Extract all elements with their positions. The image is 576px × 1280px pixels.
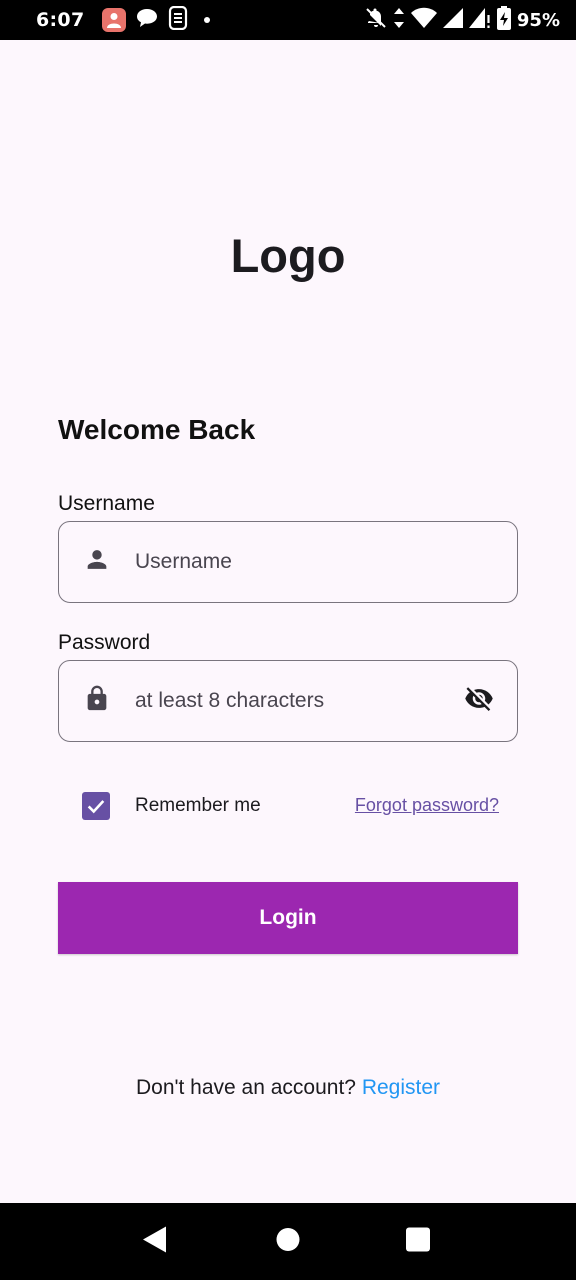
username-field[interactable] (58, 521, 518, 603)
app-logo: Logo (230, 229, 346, 282)
notification-icons (102, 5, 211, 34)
bell-off-icon (365, 7, 387, 33)
password-field[interactable] (58, 660, 518, 742)
remember-label: Remember me (135, 795, 261, 816)
sim-icon (168, 5, 188, 34)
password-label: Password (58, 631, 151, 654)
username-label: Username (58, 492, 155, 515)
data-arrows-icon (393, 7, 405, 33)
forgot-password-link[interactable]: Forgot password? (355, 795, 499, 816)
battery-charging-icon (496, 6, 511, 34)
signal-icon (442, 7, 463, 33)
chat-bubble-icon (136, 7, 158, 33)
checkmark-icon (87, 800, 105, 814)
status-bar: 6:07 95% (0, 0, 576, 40)
register-row: Don't have an account? Register (0, 1076, 576, 1100)
login-button[interactable]: Login (58, 882, 518, 954)
remember-row: Remember me Forgot password? (58, 786, 518, 826)
person-icon (83, 546, 111, 579)
notification-dot (204, 17, 211, 23)
username-input[interactable] (135, 522, 435, 602)
register-prompt: Don't have an account? (135, 1076, 356, 1099)
recents-icon[interactable] (406, 1227, 430, 1256)
app-badge-icon (102, 8, 127, 32)
home-icon[interactable] (275, 1226, 301, 1257)
visibility-off-icon[interactable] (461, 684, 497, 719)
battery-percent: 95% (516, 9, 560, 31)
lock-icon (83, 683, 111, 720)
signal-no-data-icon (468, 7, 491, 33)
register-link[interactable]: Register (362, 1076, 440, 1099)
remember-checkbox[interactable] (82, 792, 110, 820)
back-icon[interactable] (142, 1225, 168, 1258)
password-input[interactable] (135, 661, 435, 741)
welcome-heading: Welcome Back (58, 414, 256, 445)
status-time: 6:07 (36, 9, 85, 31)
system-icons: 95% (365, 6, 560, 34)
wifi-icon (410, 7, 437, 33)
navigation-bar (0, 1203, 576, 1280)
